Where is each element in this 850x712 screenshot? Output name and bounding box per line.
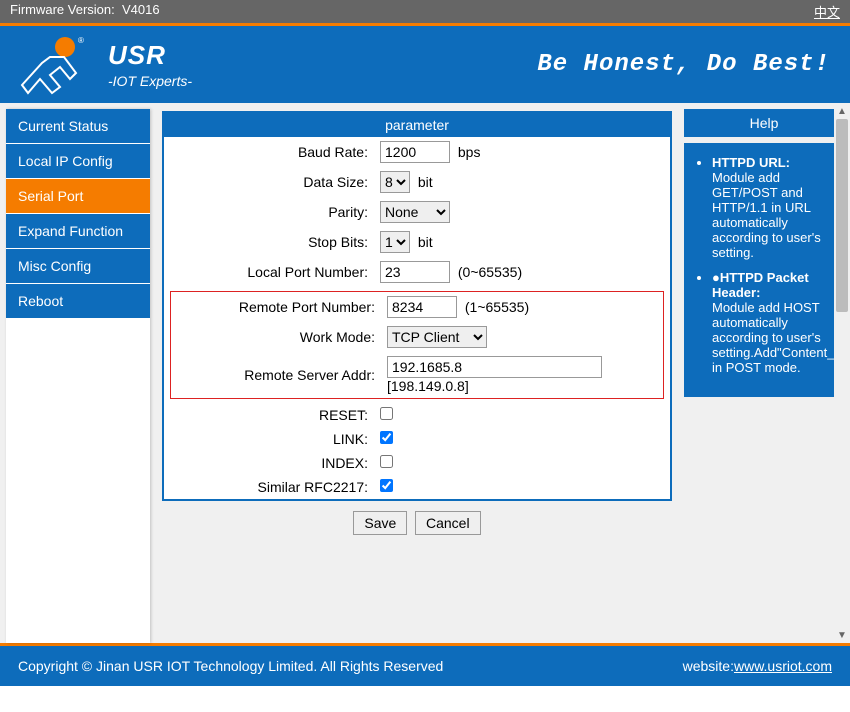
nav-local-ip-config[interactable]: Local IP Config xyxy=(6,144,150,179)
header: ® USR -IOT Experts- Be Honest, Do Best! xyxy=(0,23,850,103)
nav-expand-function[interactable]: Expand Function xyxy=(6,214,150,249)
remote-port-input[interactable] xyxy=(387,296,457,318)
nav-reboot[interactable]: Reboot xyxy=(6,284,150,319)
scrollbar[interactable]: ▲ ▼ xyxy=(834,103,850,643)
footer: Copyright © Jinan USR IOT Technology Lim… xyxy=(0,643,850,686)
data-size-select[interactable]: 8 xyxy=(380,171,410,193)
index-checkbox[interactable] xyxy=(380,455,393,468)
remote-port-label: Remote Port Number: xyxy=(171,292,381,322)
panel-title: parameter xyxy=(164,113,670,137)
svg-text:®: ® xyxy=(78,36,84,45)
reset-checkbox[interactable] xyxy=(380,407,393,420)
link-label: LINK: xyxy=(164,427,374,451)
reset-label: RESET: xyxy=(164,403,374,427)
website-label: website: xyxy=(683,658,734,674)
local-port-input[interactable] xyxy=(380,261,450,283)
remote-port-hint: (1~65535) xyxy=(465,299,529,315)
local-port-hint: (0~65535) xyxy=(458,264,522,280)
nav-serial-port[interactable]: Serial Port xyxy=(6,179,150,214)
work-mode-select[interactable]: TCP Client xyxy=(387,326,487,348)
cancel-button[interactable]: Cancel xyxy=(415,511,481,535)
brand-name: USR xyxy=(108,40,192,71)
save-button[interactable]: Save xyxy=(353,511,407,535)
baud-rate-label: Baud Rate: xyxy=(164,137,374,167)
remote-addr-label: Remote Server Addr: xyxy=(171,352,381,398)
slogan: Be Honest, Do Best! xyxy=(537,51,830,78)
nav-current-status[interactable]: Current Status xyxy=(6,109,150,144)
copyright: Copyright © Jinan USR IOT Technology Lim… xyxy=(18,658,443,674)
data-size-label: Data Size: xyxy=(164,167,374,197)
parity-label: Parity: xyxy=(164,197,374,227)
rfc2217-checkbox[interactable] xyxy=(380,479,393,492)
scroll-up-icon[interactable]: ▲ xyxy=(834,103,850,119)
nav-misc-config[interactable]: Misc Config xyxy=(6,249,150,284)
stop-bits-select[interactable]: 1 xyxy=(380,231,410,253)
help-body: HTTPD URL:Module add GET/POST and HTTP/1… xyxy=(684,143,844,397)
remote-addr-input[interactable] xyxy=(387,356,602,378)
usr-logo-icon: ® xyxy=(20,35,90,95)
data-size-unit: bit xyxy=(418,174,433,190)
firmware-label: Firmware Version: V4016 xyxy=(10,2,160,21)
stop-bits-label: Stop Bits: xyxy=(164,227,374,257)
work-mode-label: Work Mode: xyxy=(171,322,381,352)
parameter-panel: parameter Baud Rate: bps Data Size: 8 bi… xyxy=(162,111,672,501)
scroll-thumb[interactable] xyxy=(836,119,848,312)
rfc2217-label: Similar RFC2217: xyxy=(164,475,374,499)
top-bar: Firmware Version: V4016 中文 xyxy=(0,0,850,23)
help-title: Help xyxy=(684,109,844,137)
link-checkbox[interactable] xyxy=(380,431,393,444)
website-link[interactable]: www.usriot.com xyxy=(734,658,832,674)
parity-select[interactable]: None xyxy=(380,201,450,223)
baud-unit: bps xyxy=(458,144,481,160)
baud-rate-input[interactable] xyxy=(380,141,450,163)
scroll-down-icon[interactable]: ▼ xyxy=(834,627,850,643)
remote-addr-example: [198.149.0.8] xyxy=(387,378,469,394)
index-label: INDEX: xyxy=(164,451,374,475)
local-port-label: Local Port Number: xyxy=(164,257,374,287)
language-link[interactable]: 中文 xyxy=(814,2,840,21)
tagline: -IOT Experts- xyxy=(108,73,192,89)
stop-bits-unit: bit xyxy=(418,234,433,250)
sidebar: Current Status Local IP Config Serial Po… xyxy=(6,109,150,643)
